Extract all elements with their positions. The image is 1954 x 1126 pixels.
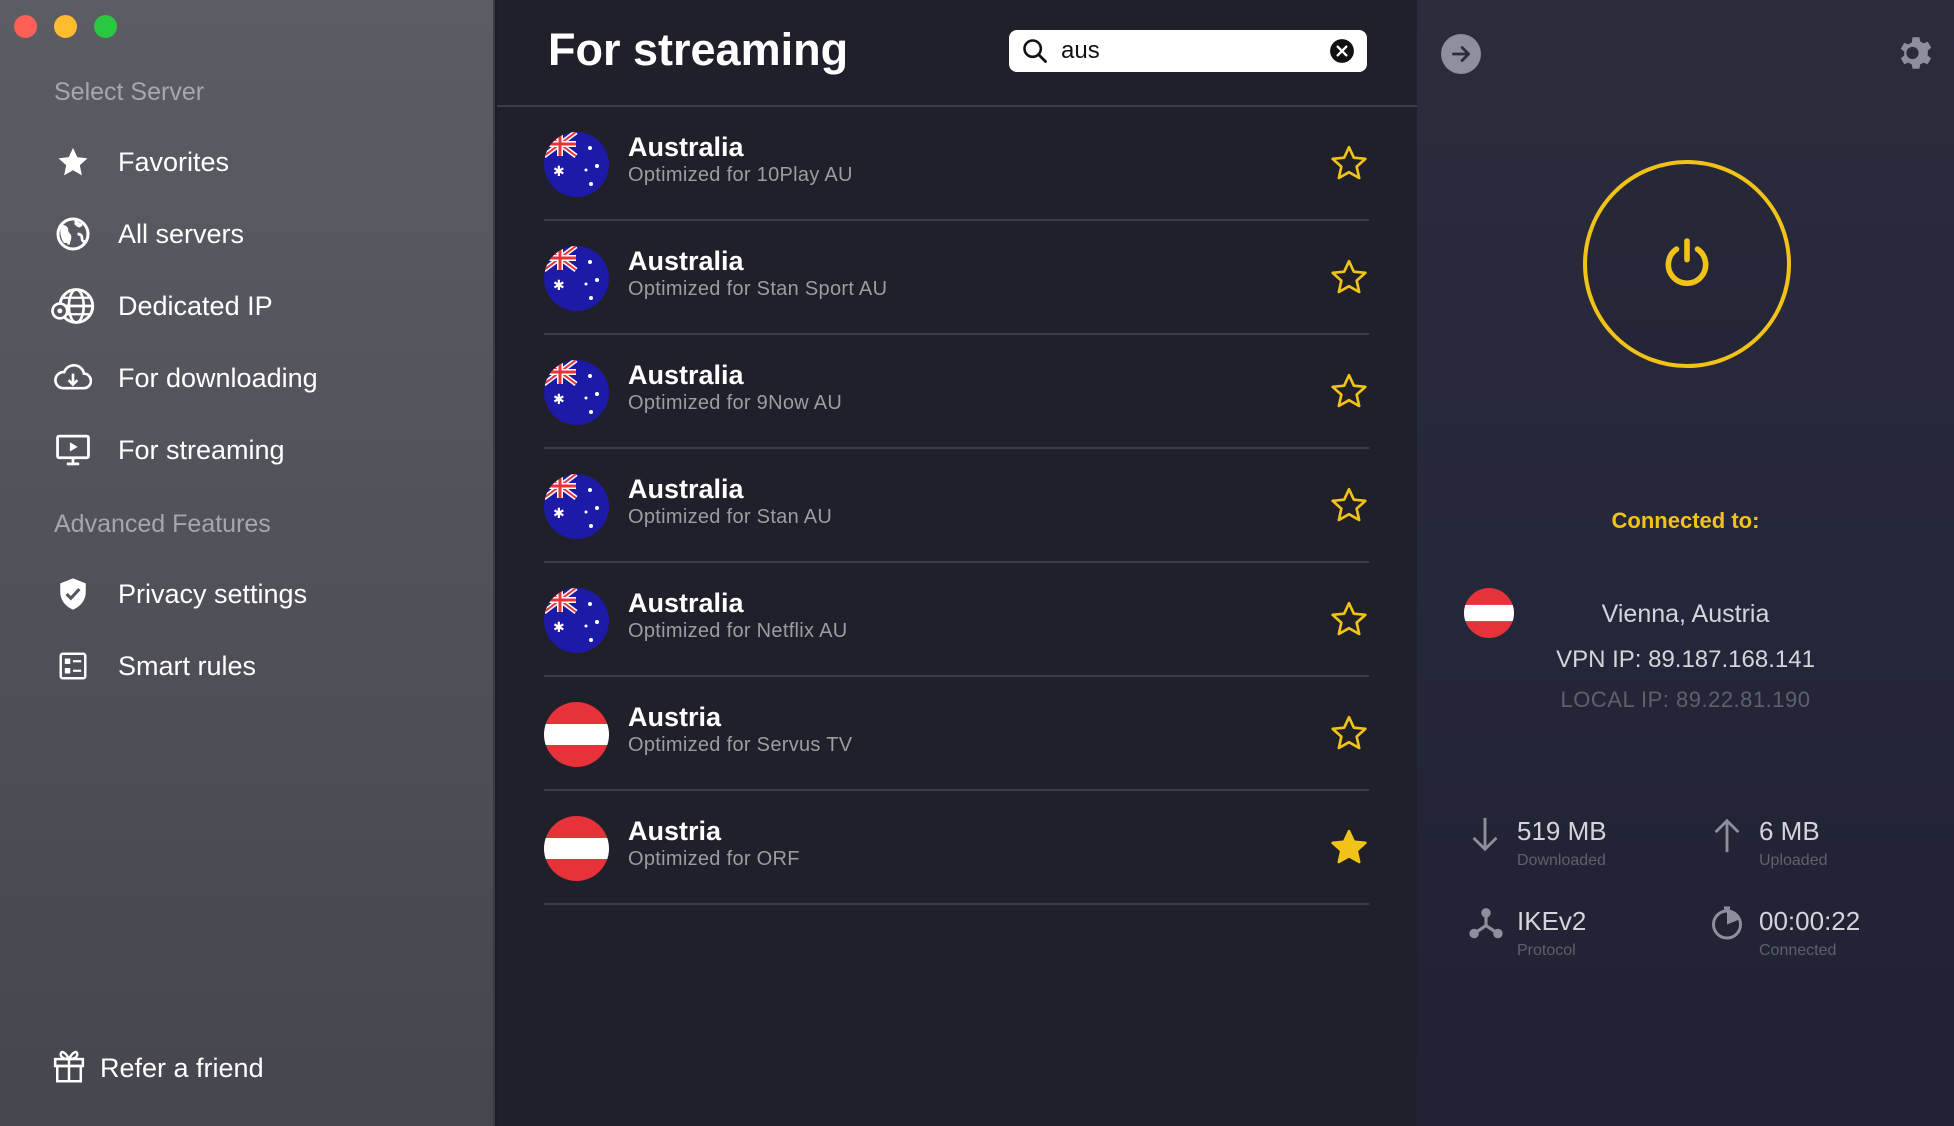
sidebar-item-label: All servers [118, 218, 245, 249]
dedicated-ip-icon [48, 284, 98, 328]
cloud-download-icon [48, 356, 98, 400]
server-subtitle: Optimized for 10Play AU [628, 164, 853, 186]
sidebar-item-favorites[interactable]: Favorites [48, 133, 478, 191]
star-outline-icon[interactable] [1329, 257, 1369, 302]
server-country: Austria [628, 816, 722, 846]
sidebar-item-label: Favorites [118, 146, 230, 177]
server-list-pane: For streaming AustraliaOptimized for 10P… [497, 0, 1417, 1126]
protocol-icon [1467, 905, 1505, 948]
server-country: Austria [628, 702, 722, 732]
server-subtitle: Optimized for 9Now AU [628, 392, 843, 414]
australia-flag-icon [544, 474, 609, 539]
protocol-stat: IKEv2 Protocol [1467, 905, 1687, 975]
sidebar-item-smart-rules[interactable]: Smart rules [48, 637, 478, 695]
page-title: For streaming [548, 24, 849, 75]
sidebar: Select Server Favorites All servers Dedi… [0, 0, 495, 1126]
uploaded-stat: 6 MB Uploaded [1709, 815, 1929, 885]
list-header: For streaming [497, 0, 1417, 107]
shield-icon [48, 572, 98, 616]
select-server-heading: Select Server [54, 78, 205, 106]
australia-flag-icon [544, 360, 609, 425]
server-country: Australia [628, 588, 744, 618]
server-subtitle: Optimized for Netflix AU [628, 620, 848, 642]
streaming-icon [48, 428, 98, 472]
refer-a-friend-button[interactable]: Refer a friend [52, 1048, 264, 1089]
search-box[interactable] [1009, 30, 1367, 72]
uploaded-caption: Uploaded [1759, 852, 1828, 869]
server-country: Australia [628, 132, 744, 162]
star-icon [48, 140, 98, 184]
search-icon [1021, 37, 1049, 70]
star-outline-icon[interactable] [1329, 713, 1369, 758]
sidebar-item-label: For streaming [118, 434, 285, 465]
window-zoom-button[interactable] [94, 15, 117, 38]
search-input[interactable] [1061, 34, 1301, 68]
sidebar-item-privacy-settings[interactable]: Privacy settings [48, 565, 478, 623]
australia-flag-icon [544, 246, 609, 311]
protocol-value: IKEv2 [1517, 906, 1587, 936]
downloaded-caption: Downloaded [1517, 852, 1606, 869]
sidebar-item-for-downloading[interactable]: For downloading [48, 349, 478, 407]
star-filled-icon[interactable] [1329, 827, 1369, 872]
rules-icon [48, 644, 98, 688]
server-country: Australia [628, 474, 744, 504]
sidebar-item-label: Smart rules [118, 650, 257, 681]
server-row[interactable]: Austria Optimized for ORF [544, 791, 1369, 905]
server-row[interactable]: Australia Optimized for Stan AU [544, 449, 1369, 563]
arrow-right-icon[interactable] [1441, 34, 1481, 74]
austria-flag-icon [544, 816, 609, 881]
timer-icon [1709, 905, 1745, 946]
server-country: Australia [628, 246, 744, 276]
local-ip: LOCAL IP: 89.22.81.190 [1560, 687, 1811, 712]
downloaded-stat: 519 MB Downloaded [1467, 815, 1687, 885]
refer-a-friend-label: Refer a friend [100, 1053, 264, 1083]
window-close-button[interactable] [14, 15, 37, 38]
star-outline-icon[interactable] [1329, 143, 1369, 188]
sidebar-item-label: Privacy settings [118, 578, 308, 609]
server-row[interactable]: Australia Optimized for 9Now AU [544, 335, 1369, 449]
star-outline-icon[interactable] [1329, 371, 1369, 416]
sidebar-item-label: Dedicated IP [118, 290, 273, 321]
server-row[interactable]: Australia Optimized for Stan Sport AU [544, 221, 1369, 335]
globe-icon [48, 212, 98, 256]
australia-flag-icon [544, 132, 609, 197]
server-subtitle: Optimized for ORF [628, 848, 800, 870]
sidebar-item-for-streaming[interactable]: For streaming [48, 421, 478, 479]
power-icon [1659, 234, 1715, 295]
uploaded-value: 6 MB [1759, 816, 1820, 846]
connected-location: Vienna, Austria [1601, 600, 1770, 628]
sidebar-item-all-servers[interactable]: All servers [48, 205, 478, 263]
advanced-features-heading: Advanced Features [54, 510, 271, 538]
sidebar-item-label: For downloading [118, 362, 318, 393]
austria-flag-icon [544, 702, 609, 767]
server-subtitle: Optimized for Stan Sport AU [628, 278, 888, 300]
vpn-ip: VPN IP: 89.187.168.141 [1556, 646, 1815, 673]
server-subtitle: Optimized for Servus TV [628, 734, 853, 756]
download-arrow-icon [1467, 815, 1503, 860]
star-outline-icon[interactable] [1329, 485, 1369, 530]
connected-to-label: Connected to: [1611, 508, 1760, 533]
gift-icon [52, 1048, 86, 1089]
connected-time-value: 00:00:22 [1759, 906, 1861, 936]
sidebar-item-dedicated-ip[interactable]: Dedicated IP [48, 277, 478, 335]
clear-search-icon[interactable] [1329, 38, 1355, 69]
connection-status-pane: Connected to: Vienna, Austria VPN IP: 89… [1417, 0, 1954, 1126]
server-row[interactable]: Australia Optimized for 10Play AU [544, 107, 1369, 221]
star-outline-icon[interactable] [1329, 599, 1369, 644]
protocol-caption: Protocol [1517, 942, 1576, 959]
window-minimize-button[interactable] [54, 15, 77, 38]
server-subtitle: Optimized for Stan AU [628, 506, 833, 528]
gear-icon[interactable] [1895, 32, 1937, 79]
server-row[interactable]: Austria Optimized for Servus TV [544, 677, 1369, 791]
downloaded-value: 519 MB [1517, 816, 1607, 846]
australia-flag-icon [544, 588, 609, 653]
upload-arrow-icon [1709, 815, 1745, 860]
power-button[interactable] [1583, 160, 1791, 368]
connected-time-stat: 00:00:22 Connected [1709, 905, 1929, 975]
server-country: Australia [628, 360, 744, 390]
connected-time-caption: Connected [1759, 942, 1837, 959]
server-row[interactable]: Australia Optimized for Netflix AU [544, 563, 1369, 677]
